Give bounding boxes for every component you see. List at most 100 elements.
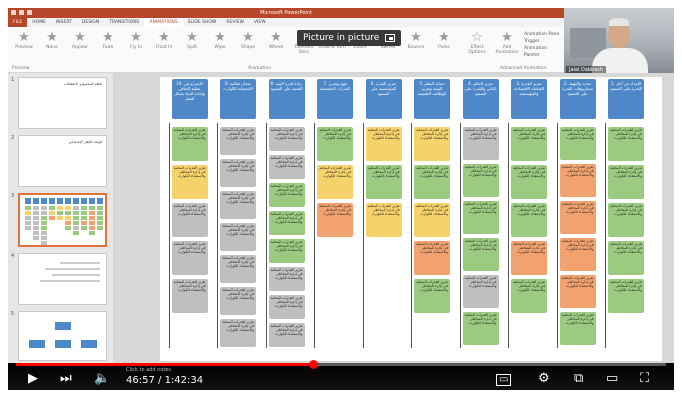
- effect-options-button[interactable]: ☆ Effect Options: [463, 30, 491, 56]
- mini-card: [41, 221, 47, 225]
- animation-float-in[interactable]: ★ Float In: [150, 31, 178, 51]
- preview-button[interactable]: ★ Preview: [10, 31, 38, 51]
- diagram-card: تعزيز القدرات المحلية في إدارة المخاطر و…: [462, 238, 499, 271]
- diagram-card: تعزيز القدرات المحلية في إدارة المخاطر و…: [414, 127, 450, 161]
- animation-split[interactable]: ★ Split: [178, 30, 206, 51]
- add-animation-button[interactable]: ★ Add Animation: [493, 31, 521, 56]
- mini-header: [81, 198, 87, 204]
- diagram-card: تعزيز القدرات المحلية في إدارة المخاطر و…: [414, 279, 450, 313]
- slide-thumbnail-1[interactable]: ثقافة المجتمع و الاعتقادات: [18, 77, 107, 129]
- animation-none[interactable]: ★ None: [38, 31, 66, 51]
- diagram-card: تعزيز القدرات المحلية في إدارة المخاطر و…: [559, 201, 596, 234]
- mini-card: [97, 211, 103, 215]
- mini-header: [57, 198, 63, 204]
- mini-header: [49, 198, 55, 204]
- animation-star-icon: ★: [438, 30, 450, 45]
- connector-line: [411, 123, 412, 348]
- progress-bar[interactable]: [16, 360, 666, 369]
- diagram-card: تعزيز القدرات المحلية في إدارة المخاطر و…: [608, 165, 644, 199]
- next-icon[interactable]: ⏭: [60, 372, 72, 386]
- animation-painter-button[interactable]: Animation Painter: [524, 45, 564, 59]
- fullscreen-icon[interactable]: ⛶: [640, 372, 649, 386]
- mini-card: [41, 206, 47, 210]
- slide-thumbnail-5[interactable]: [18, 311, 107, 361]
- animation-star-icon: ★: [130, 30, 142, 45]
- tab-animations[interactable]: ANIMATIONS: [144, 18, 183, 27]
- diagram-header-2: 2. تحديد والتهيئة سيناريوهات القدرة على …: [559, 79, 596, 119]
- mini-card: [41, 226, 47, 230]
- thumb3-mini-diagram: [25, 198, 103, 245]
- tab-home[interactable]: HOME: [27, 18, 51, 27]
- diagram-card: تعزيز القدرات المحلية في إدارة المخاطر و…: [268, 183, 305, 207]
- diagram-header-10: 10. الإسراع في عملية التعافي وإعادة البن…: [171, 79, 208, 119]
- tab-review[interactable]: REVIEW: [221, 18, 249, 27]
- mini-card: [33, 216, 39, 220]
- mini-card: [73, 206, 79, 210]
- connector-line: [217, 123, 218, 348]
- tab-file[interactable]: FILE: [8, 18, 28, 27]
- animation-wipe[interactable]: ★ Wipe: [206, 31, 234, 51]
- animation-star-icon: ★: [410, 30, 422, 45]
- slide-thumbnail-2[interactable]: قواعد الإطار الإجتماعي: [18, 135, 107, 187]
- subtitles-icon[interactable]: ▭: [496, 374, 512, 386]
- mini-card: [57, 211, 63, 215]
- mini-card: [89, 211, 95, 215]
- settings-gear-icon[interactable]: ⚙: [538, 372, 550, 386]
- animation-fly-in[interactable]: ★ Fly In: [122, 30, 150, 51]
- mini-card: [41, 231, 47, 235]
- animation-appear[interactable]: ★ Appear: [66, 31, 94, 51]
- mini-card: [33, 211, 39, 215]
- animation-star-icon: ★: [270, 30, 282, 45]
- diagram-card: تعزيز القدرات المحلية في إدارة المخاطر و…: [220, 223, 256, 251]
- diagram-card: تعزيز القدرات المحلية في إدارة المخاطر و…: [220, 127, 256, 155]
- diagram-card: تعزيز القدرات المحلية في إدارة المخاطر و…: [365, 203, 402, 237]
- diagram-card: تعزيز القدرات المحلية في إدارة المخاطر و…: [268, 295, 305, 319]
- tab-slide-show[interactable]: SLIDE SHOW: [183, 18, 222, 27]
- picture-in-picture-button[interactable]: Picture in picture: [297, 30, 401, 46]
- mini-header: [25, 198, 31, 204]
- diagram-card: تعزيز القدرات المحلية في إدارة المخاطر و…: [220, 191, 256, 219]
- tab-design[interactable]: DESIGN: [77, 18, 104, 27]
- progress-fill: [16, 363, 314, 366]
- trigger-button[interactable]: Trigger: [524, 38, 564, 45]
- animation-fade[interactable]: ★ Fade: [94, 31, 122, 51]
- effect-options-icon: ☆: [471, 30, 483, 45]
- animation-bounce[interactable]: ★ Bounce: [402, 30, 430, 51]
- diagram-card: تعزيز القدرات المحلية في إدارة المخاطر و…: [462, 201, 499, 234]
- mini-card: [25, 226, 31, 230]
- diagram-card: تعزيز القدرات المحلية في إدارة المخاطر و…: [414, 203, 450, 237]
- mini-card: [65, 211, 71, 215]
- diagram-card: تعزيز القدرات المحلية في إدارة المخاطر و…: [559, 127, 596, 160]
- diagram-card: تعزيز القدرات المحلية في إدارة المخاطر و…: [414, 165, 450, 199]
- animation-shape[interactable]: ★ Shape: [234, 31, 262, 51]
- tab-insert[interactable]: INSERT: [51, 18, 77, 27]
- animation-wheel[interactable]: ★ Wheel: [262, 30, 290, 51]
- connector-line: [168, 123, 170, 348]
- animation-star-icon: ★: [186, 30, 198, 45]
- tab-transitions[interactable]: TRANSITIONS: [104, 18, 144, 27]
- mini-card: [25, 206, 31, 210]
- theater-mode-icon[interactable]: ▭: [606, 372, 618, 386]
- current-slide[interactable]: 1. الإعداد من أجل القدرة على الصمود تعزيز…: [160, 77, 662, 361]
- quick-access-toolbar[interactable]: [11, 10, 32, 15]
- video-player[interactable]: Microsoft PowerPoint FILE HOME INSERT DESIG…: [8, 8, 674, 390]
- diagram-card: تعزيز القدرات المحلية في إدارة المخاطر و…: [559, 275, 596, 308]
- connector-line: [265, 123, 267, 348]
- tab-view[interactable]: VIEW: [249, 18, 271, 27]
- slide-thumbnail-4[interactable]: [18, 253, 107, 305]
- animation-pane-button[interactable]: Animation Pane: [524, 31, 564, 38]
- slide-number: 2: [11, 135, 15, 141]
- volume-icon[interactable]: 🔈: [94, 372, 110, 386]
- mini-card: [73, 211, 79, 215]
- animation-pulse[interactable]: ★ Pulse: [430, 30, 458, 51]
- mini-card: [65, 226, 71, 230]
- miniplayer-icon[interactable]: ⧉: [574, 372, 583, 386]
- progress-scrubber[interactable]: [309, 360, 319, 369]
- play-icon[interactable]: ▶: [28, 372, 38, 386]
- mini-card: [97, 206, 103, 210]
- diagram-card: تعزيز القدرات المحلية في إدارة المخاطر و…: [268, 323, 305, 347]
- diagram-card: تعزيز القدرات المحلية في إدارة المخاطر و…: [608, 127, 644, 161]
- connector-line: [314, 123, 315, 348]
- mini-card: [97, 216, 103, 220]
- slide-thumbnail-3[interactable]: [18, 193, 107, 247]
